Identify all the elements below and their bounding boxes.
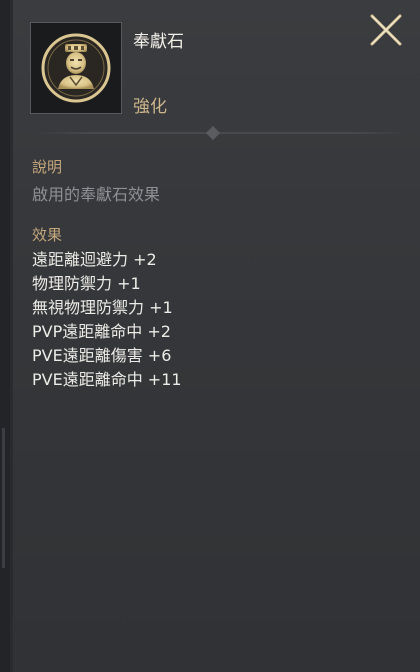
warrior-portrait-medallion-icon [41,33,111,103]
item-tooltip-panel: 奉獻石 強化 說明 啟用的奉獻石效果 效果 遠距離迴避力 +2 物理防禦力 +1… [10,0,420,672]
effect-item: 遠距離迴避力 +2 [32,250,157,269]
effect-item: PVP遠距離命中 +2 [32,322,171,341]
item-icon-frame [30,22,122,114]
close-icon [370,14,402,46]
effect-item: PVE遠距離命中 +11 [32,370,182,389]
effect-item: 無視物理防禦力 +1 [32,298,173,317]
divider-ornament-icon [205,125,221,141]
background-strip [0,0,10,672]
description-label: 說明 [32,158,63,176]
item-name: 奉獻石 [133,32,184,52]
effect-item: 物理防禦力 +1 [32,274,141,293]
panel-edge [10,0,13,672]
effect-item: PVE遠距離傷害 +6 [32,346,172,365]
section-divider [34,132,410,134]
close-button[interactable] [368,12,404,48]
background-mark [2,428,5,568]
description-text: 啟用的奉獻石效果 [32,185,161,204]
item-type: 強化 [133,97,167,117]
effects-label: 效果 [32,226,63,244]
effects-list: 遠距離迴避力 +2 物理防禦力 +1 無視物理防禦力 +1 PVP遠距離命中 +… [32,248,182,392]
